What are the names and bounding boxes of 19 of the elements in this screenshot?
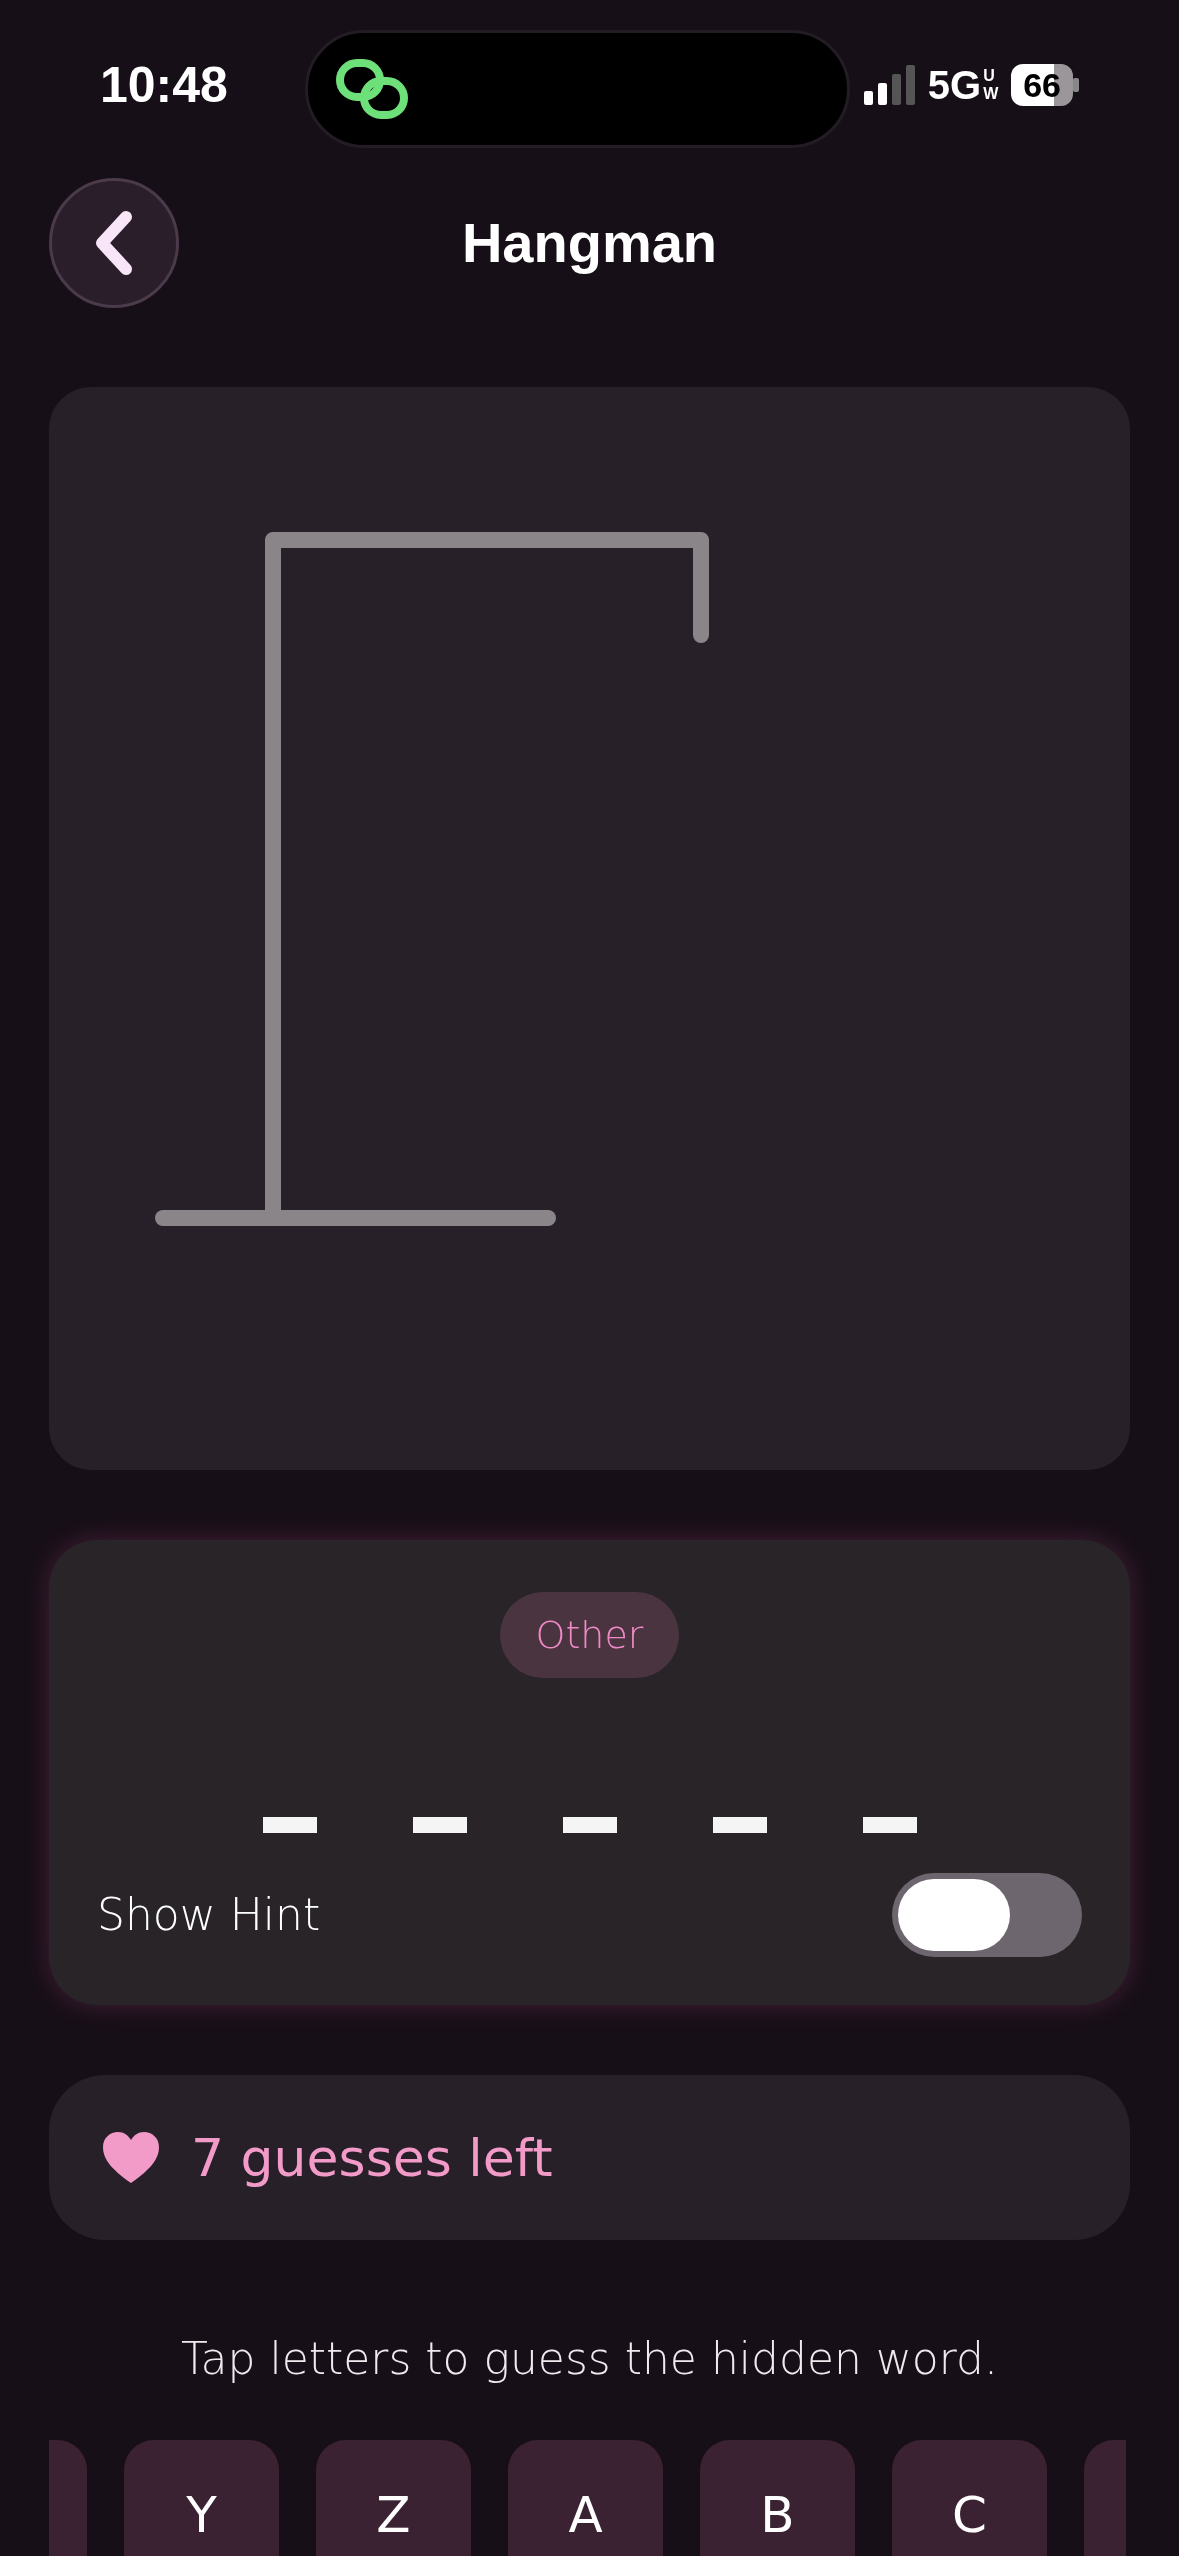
signal-icon bbox=[863, 65, 918, 105]
instruction-text: Tap letters to guess the hidden word. bbox=[181, 2332, 998, 2386]
hint-label: Show Hint bbox=[97, 1888, 321, 1942]
letter-key[interactable]: Z bbox=[316, 2440, 471, 2556]
screen-title: Hangman bbox=[461, 209, 718, 276]
guesses-remaining: 7 guesses left bbox=[191, 2126, 553, 2190]
chevron-left-icon bbox=[94, 211, 134, 275]
letter-key[interactable]: A bbox=[508, 2440, 663, 2556]
battery-tip-icon bbox=[1073, 78, 1079, 92]
category-tag: Other bbox=[499, 1592, 680, 1678]
chain-link-icon bbox=[336, 59, 408, 119]
letter-key[interactable]: C bbox=[892, 2440, 1047, 2556]
letter-key[interactable]: Y bbox=[124, 2440, 279, 2556]
battery-level: 66 bbox=[1011, 64, 1073, 106]
letter-key[interactable]: B bbox=[700, 2440, 855, 2556]
network-badge-label: UW bbox=[983, 67, 1000, 103]
heart-icon bbox=[101, 2130, 161, 2185]
network-label: 5G bbox=[927, 62, 982, 109]
status-time: 10:48 bbox=[100, 55, 229, 115]
